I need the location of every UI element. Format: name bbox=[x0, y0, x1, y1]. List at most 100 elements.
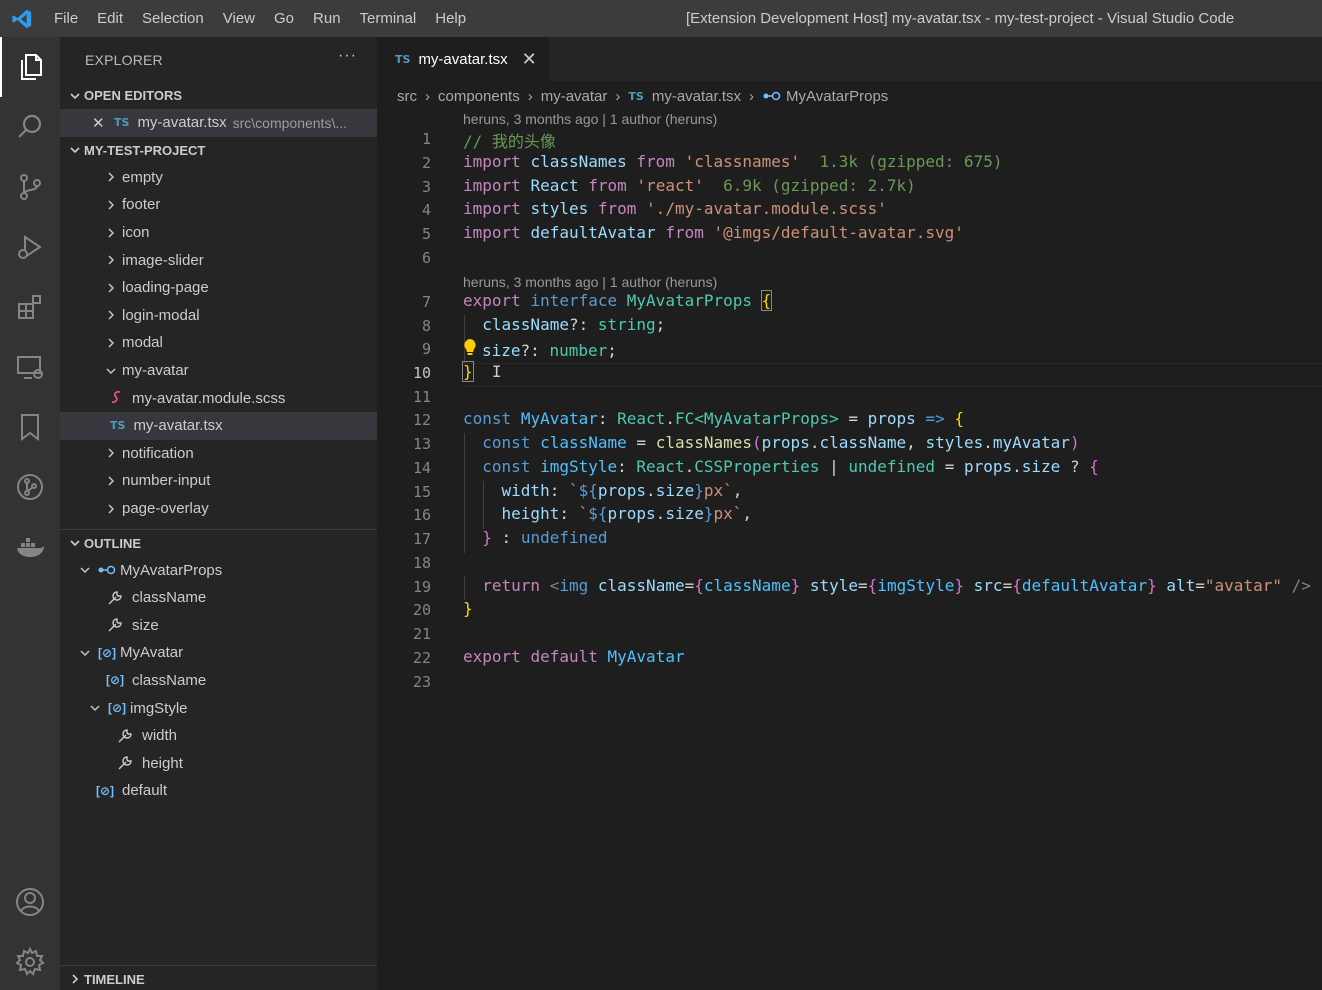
line-number: 22 bbox=[412, 649, 431, 667]
breadcrumb-item[interactable]: my-avatar bbox=[541, 88, 608, 105]
open-editors-label: OPEN EDITORS bbox=[84, 88, 183, 103]
code-line: } : undefined bbox=[482, 528, 608, 547]
outline-item[interactable]: size bbox=[60, 612, 377, 640]
open-editor-item[interactable]: ✕ TS my-avatar.tsx src\components\... bbox=[60, 109, 377, 137]
project-header[interactable]: MY-TEST-PROJECT bbox=[60, 137, 377, 164]
folder-item-open[interactable]: my-avatar bbox=[60, 357, 377, 385]
account-icon[interactable] bbox=[0, 872, 60, 932]
line-number-current: 10 bbox=[412, 364, 431, 382]
chevron-down-icon bbox=[86, 702, 104, 714]
line-number: 15 bbox=[412, 483, 431, 501]
menu-edit[interactable]: Edit bbox=[87, 0, 132, 37]
folder-item[interactable]: empty bbox=[60, 164, 377, 192]
menu-run[interactable]: Run bbox=[303, 0, 350, 37]
folder-item[interactable]: loading-page bbox=[60, 274, 377, 302]
tab-bar: TS my-avatar.tsx ✕ bbox=[377, 37, 1322, 81]
line-number: 12 bbox=[412, 411, 431, 429]
docker-icon[interactable] bbox=[0, 517, 60, 577]
outline-label: height bbox=[142, 754, 183, 772]
line-number: 5 bbox=[421, 225, 431, 243]
code-line: } bbox=[463, 599, 473, 618]
breadcrumb-item[interactable]: src bbox=[397, 88, 417, 105]
line-number: 19 bbox=[412, 578, 431, 596]
folder-name: empty bbox=[122, 168, 163, 186]
source-control-icon[interactable] bbox=[0, 157, 60, 217]
outline-item[interactable]: [⊘] MyAvatar bbox=[60, 639, 377, 667]
folder-item[interactable]: footer bbox=[60, 191, 377, 219]
file-item-selected[interactable]: TS my-avatar.tsx bbox=[60, 411, 377, 440]
menu-view[interactable]: View bbox=[213, 0, 264, 37]
chevron-down-icon bbox=[66, 90, 84, 102]
folder-item[interactable]: number-input bbox=[60, 467, 377, 495]
breadcrumb-item[interactable]: components bbox=[438, 88, 520, 105]
outline-item[interactable]: [⊘] default bbox=[60, 777, 377, 805]
run-debug-icon[interactable] bbox=[0, 217, 60, 277]
code-line: const className = classNames(props.class… bbox=[482, 433, 1080, 452]
open-editors-header[interactable]: OPEN EDITORS bbox=[60, 82, 377, 109]
outline-item[interactable]: MyAvatarProps bbox=[60, 556, 377, 584]
git-blame-annotation[interactable]: heruns, 3 months ago | 1 author (heruns) bbox=[463, 274, 717, 290]
line-number: 1 bbox=[421, 130, 431, 148]
outline-header[interactable]: OUTLINE bbox=[60, 529, 377, 556]
folder-name: number-input bbox=[122, 472, 211, 490]
breadcrumb-item[interactable]: MyAvatarProps bbox=[786, 88, 888, 105]
menu-selection[interactable]: Selection bbox=[132, 0, 213, 37]
line-number: 11 bbox=[412, 388, 431, 406]
code-line: import styles from './my-avatar.module.s… bbox=[463, 199, 887, 218]
folder-item[interactable]: icon bbox=[60, 219, 377, 247]
open-editor-file-path: src\components\... bbox=[232, 114, 348, 131]
git-blame-annotation[interactable]: heruns, 3 months ago | 1 author (heruns) bbox=[463, 111, 717, 127]
menu-terminal[interactable]: Terminal bbox=[350, 0, 426, 37]
line-number: 13 bbox=[412, 435, 431, 453]
code-editor[interactable]: heruns, 3 months ago | 1 author (heruns)… bbox=[377, 111, 1322, 990]
explorer-header: EXPLORER ··· bbox=[60, 37, 377, 82]
close-icon[interactable]: ✕ bbox=[92, 114, 114, 132]
code-line: const MyAvatar: React.FC<MyAvatarProps> … bbox=[463, 409, 964, 428]
remote-explorer-icon[interactable] bbox=[0, 337, 60, 397]
bookmarks-icon[interactable] bbox=[0, 397, 60, 457]
file-item[interactable]: my-avatar.module.scss bbox=[60, 384, 377, 412]
lightbulb-icon[interactable] bbox=[463, 338, 482, 360]
timeline-header[interactable]: TIMELINE bbox=[60, 965, 377, 990]
extensions-icon[interactable] bbox=[0, 277, 60, 337]
outline-label: MyAvatar bbox=[120, 644, 184, 662]
chevron-right-icon: › bbox=[527, 87, 533, 105]
search-icon[interactable] bbox=[0, 97, 60, 157]
code-line: return <img className={className} style=… bbox=[482, 576, 1311, 595]
outline-item[interactable]: height bbox=[60, 749, 377, 777]
window-title: [Extension Development Host] my-avatar.t… bbox=[686, 10, 1235, 27]
folder-item[interactable]: login-modal bbox=[60, 302, 377, 330]
code-line: import React from 'react' 6.9k (gzipped:… bbox=[463, 176, 916, 195]
outline-label: MyAvatarProps bbox=[120, 561, 223, 579]
chevron-right-icon bbox=[102, 309, 120, 321]
files-icon[interactable] bbox=[0, 37, 60, 97]
tab-my-avatar[interactable]: TS my-avatar.tsx ✕ bbox=[377, 37, 549, 81]
wrench-icon bbox=[116, 754, 142, 772]
close-icon[interactable]: ✕ bbox=[522, 49, 537, 70]
chevron-right-icon bbox=[102, 282, 120, 294]
folder-item[interactable]: modal bbox=[60, 329, 377, 357]
folder-item[interactable]: image-slider bbox=[60, 246, 377, 274]
breadcrumb-item[interactable]: my-avatar.tsx bbox=[652, 88, 741, 105]
more-actions-icon[interactable]: ··· bbox=[338, 47, 357, 65]
line-number: 2 bbox=[421, 154, 431, 172]
wrench-icon bbox=[116, 727, 142, 745]
outline-label: width bbox=[142, 727, 178, 745]
settings-gear-icon[interactable] bbox=[0, 932, 60, 990]
outline-item[interactable]: width bbox=[60, 722, 377, 750]
folder-item[interactable]: page-overlay bbox=[60, 495, 377, 523]
git-graph-icon[interactable] bbox=[0, 457, 60, 517]
chevron-down-icon bbox=[66, 537, 84, 549]
code-line: import defaultAvatar from '@imgs/default… bbox=[463, 223, 964, 242]
code-line: const imgStyle: React.CSSProperties | un… bbox=[482, 457, 1099, 476]
outline-label: OUTLINE bbox=[84, 535, 142, 551]
line-number: 6 bbox=[421, 249, 431, 267]
menu-file[interactable]: File bbox=[44, 0, 87, 37]
menu-go[interactable]: Go bbox=[264, 0, 303, 37]
code-line: size?: number; bbox=[463, 338, 617, 360]
folder-item[interactable]: notification bbox=[60, 440, 377, 468]
outline-item[interactable]: [⊘] className bbox=[60, 667, 377, 695]
outline-item[interactable]: className bbox=[60, 584, 377, 612]
outline-item[interactable]: [⊘] imgStyle bbox=[60, 694, 377, 722]
chevron-right-icon: › bbox=[749, 87, 755, 105]
